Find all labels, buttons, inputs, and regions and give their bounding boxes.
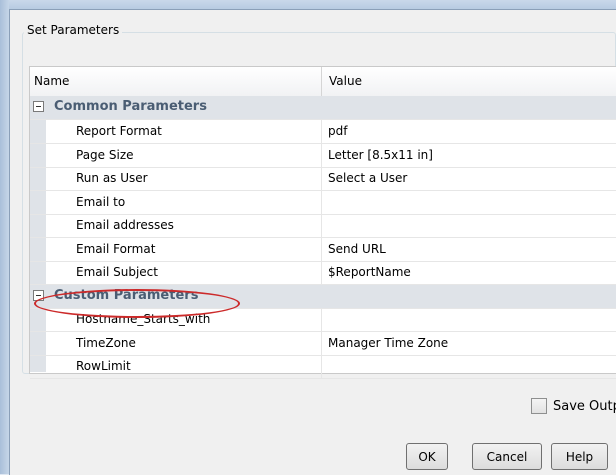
param-name: Report Format [76, 124, 162, 138]
save-output-checkbox[interactable] [531, 398, 547, 414]
window-frame-left [0, 0, 9, 474]
help-button[interactable]: Help [551, 443, 608, 470]
annotation-ellipse [34, 289, 240, 318]
param-value[interactable]: Select a User [328, 171, 407, 185]
grid-row[interactable]: Email to [30, 191, 616, 215]
grid-row[interactable]: TimeZone Manager Time Zone [30, 332, 616, 356]
grid-row[interactable]: RowLimit [30, 355, 616, 379]
grid-header: Name Value [30, 67, 616, 97]
category-common-parameters[interactable]: Common Parameters [30, 96, 616, 120]
window-frame-top [0, 0, 616, 9]
save-output-label[interactable]: Save Output [553, 399, 616, 414]
cancel-button[interactable]: Cancel [472, 443, 542, 470]
param-name: RowLimit [76, 359, 131, 373]
param-name: Email Format [76, 242, 156, 256]
grid-row[interactable]: Email addresses [30, 214, 616, 238]
collapse-icon[interactable] [33, 101, 44, 112]
column-header-value[interactable]: Value [329, 74, 362, 88]
grid-row[interactable]: Report Format pdf [30, 120, 616, 144]
column-header-name[interactable]: Name [34, 74, 69, 88]
param-value[interactable]: pdf [328, 124, 347, 138]
grid-row[interactable]: Run as User Select a User [30, 167, 616, 191]
grid-row[interactable]: Email Subject $ReportName [30, 261, 616, 285]
set-parameters-dialog: Set Parameters Name Value Common Paramet… [9, 9, 616, 475]
param-value[interactable]: Manager Time Zone [328, 336, 448, 350]
param-name: Email Subject [76, 265, 158, 279]
param-value[interactable]: $ReportName [328, 265, 411, 279]
param-value[interactable]: Send URL [328, 242, 386, 256]
param-name: Page Size [76, 148, 134, 162]
column-separator[interactable] [321, 67, 322, 96]
category-title: Common Parameters [54, 99, 207, 114]
ok-button[interactable]: OK [406, 443, 448, 470]
grid-row[interactable]: Email Format Send URL [30, 238, 616, 262]
param-name: Email to [76, 195, 126, 209]
param-value[interactable]: Letter [8.5x11 in] [328, 148, 433, 162]
group-title: Set Parameters [24, 23, 123, 37]
param-name: Run as User [76, 171, 148, 185]
grid-row[interactable]: Page Size Letter [8.5x11 in] [30, 144, 616, 168]
property-grid[interactable]: Name Value Common Parameters Report Form… [29, 66, 616, 379]
param-name: Email addresses [76, 218, 174, 232]
param-name: TimeZone [76, 336, 136, 350]
